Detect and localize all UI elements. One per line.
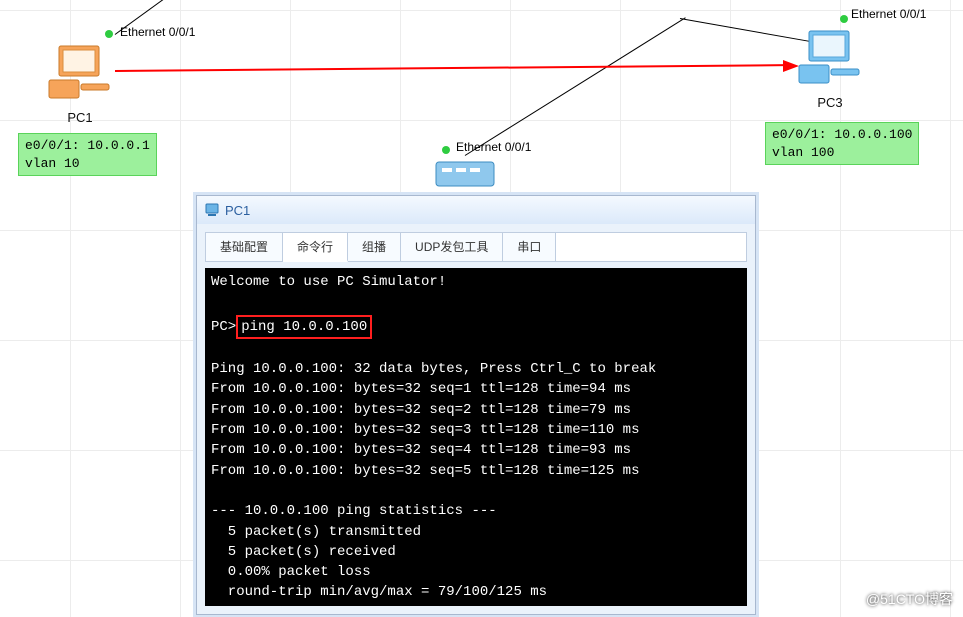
terminal-command: ping 10.0.0.100 [236, 315, 372, 339]
pc-icon [45, 40, 115, 107]
pc1-info: e0/0/1: 10.0.0.1 vlan 10 [18, 133, 157, 176]
tab-cli[interactable]: 命令行 [283, 233, 348, 262]
terminal-prompt: PC> [211, 319, 236, 335]
tabs-container: 基础配置 命令行 组播 UDP发包工具 串口 [197, 224, 755, 262]
watermark: @51CTO博客 [866, 589, 953, 609]
node-label: PC1 [45, 110, 115, 125]
window-titlebar[interactable]: PC1 [197, 196, 755, 224]
terminal-welcome: Welcome to use PC Simulator! [211, 274, 446, 290]
window-pc1[interactable]: PC1 基础配置 命令行 组播 UDP发包工具 串口 Welcome to us… [196, 195, 756, 615]
port-dot-icon [105, 30, 113, 38]
tab-multicast[interactable]: 组播 [348, 233, 401, 261]
pc3-info: e0/0/1: 10.0.0.100 vlan 100 [765, 122, 919, 165]
node-pc1[interactable]: Ethernet 0/0/1 PC1 [45, 40, 115, 125]
tab-serial[interactable]: 串口 [503, 233, 556, 261]
terminal[interactable]: Welcome to use PC Simulator! PC>ping 10.… [205, 268, 747, 606]
port-label: Ethernet 0/0/1 [456, 140, 531, 154]
terminal-output: Ping 10.0.0.100: 32 data bytes, Press Ct… [211, 361, 656, 600]
port-dot-icon [840, 15, 848, 23]
tab-basic[interactable]: 基础配置 [206, 233, 283, 261]
switch-icon [430, 152, 500, 194]
pc-icon [795, 25, 865, 92]
node-switch[interactable]: Ethernet 0/0/1 [430, 152, 500, 199]
port-dot-icon [442, 146, 450, 154]
link-pc3-switch-a [465, 17, 686, 156]
node-pc3[interactable]: Ethernet 0/0/1 PC3 [795, 25, 865, 110]
tabs: 基础配置 命令行 组播 UDP发包工具 串口 [205, 232, 747, 262]
node-label: PC3 [795, 95, 865, 110]
flow-arrow [115, 64, 785, 72]
tab-udp[interactable]: UDP发包工具 [401, 233, 503, 261]
port-label: Ethernet 0/0/1 [851, 7, 926, 21]
app-icon [205, 203, 219, 217]
window-title: PC1 [225, 203, 250, 218]
port-label: Ethernet 0/0/1 [120, 25, 195, 39]
